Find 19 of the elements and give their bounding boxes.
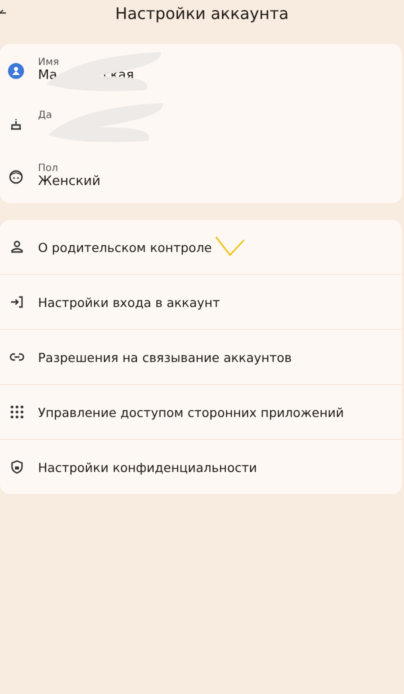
field-value: Ма: [38, 68, 58, 84]
menu-item[interactable]: О родительском контроле: [38, 240, 212, 254]
menu-item[interactable]: Разрешения на связывание аккаунтов: [38, 350, 292, 364]
field-value: ская: [103, 68, 134, 84]
person-icon: [9, 239, 25, 255]
check-mark-drawing: [215, 236, 245, 256]
grid-icon: [9, 404, 25, 420]
page-title: Настройки аккаунта: [114, 4, 290, 22]
menu-item[interactable]: Настройки входа в аккаунт: [38, 294, 220, 310]
field-label: Пол: [38, 163, 60, 174]
field-value: Женский: [38, 174, 100, 190]
field-label: Имя: [38, 57, 60, 68]
field-label: Да: [38, 110, 52, 121]
avatar-icon: [8, 62, 24, 78]
face-icon: [8, 168, 24, 184]
shield-icon: [9, 459, 25, 475]
menu-item[interactable]: Настройки конфиденциальности: [38, 460, 258, 474]
login-icon: [9, 294, 25, 310]
menu-item[interactable]: Управление доступом сторонних приложений: [38, 404, 344, 420]
